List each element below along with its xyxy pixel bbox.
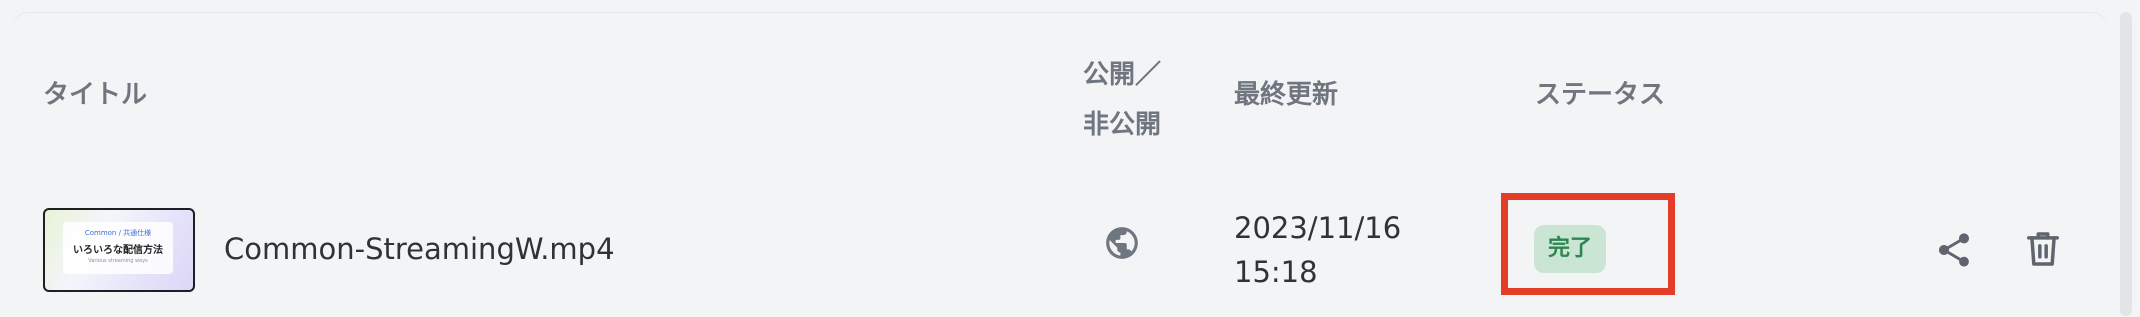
- column-header-visibility-line1: 公開／: [1083, 60, 1162, 90]
- column-header-updated: 最終更新: [1234, 80, 1339, 110]
- column-header-title: タイトル: [43, 80, 148, 110]
- updated-datetime: 2023/11/16 15:18: [1234, 206, 1401, 294]
- thumbnail-card: Common / 共通仕様 いろいろな配信方法 Various streamin…: [63, 222, 173, 274]
- share-icon[interactable]: [1934, 230, 1974, 270]
- thumbnail-title: いろいろな配信方法: [73, 245, 163, 256]
- trash-icon[interactable]: [2024, 228, 2062, 270]
- vertical-scrollbar[interactable]: [2120, 12, 2132, 316]
- video-thumbnail[interactable]: Common / 共通仕様 いろいろな配信方法 Various streamin…: [43, 208, 195, 292]
- globe-icon[interactable]: [1103, 224, 1141, 262]
- updated-date: 2023/11/16: [1234, 211, 1402, 245]
- thumbnail-subtitle: Various streaming ways: [88, 258, 148, 264]
- column-header-status: ステータス: [1535, 80, 1666, 110]
- column-header-visibility: 公開／ 非公開: [1083, 50, 1161, 150]
- video-filename[interactable]: Common-StreamingW.mp4: [224, 232, 615, 266]
- updated-time: 15:18: [1234, 255, 1318, 289]
- status-badge: 完了: [1534, 225, 1607, 273]
- column-header-visibility-line2: 非公開: [1083, 110, 1162, 140]
- thumbnail-category: Common / 共通仕様: [84, 229, 152, 237]
